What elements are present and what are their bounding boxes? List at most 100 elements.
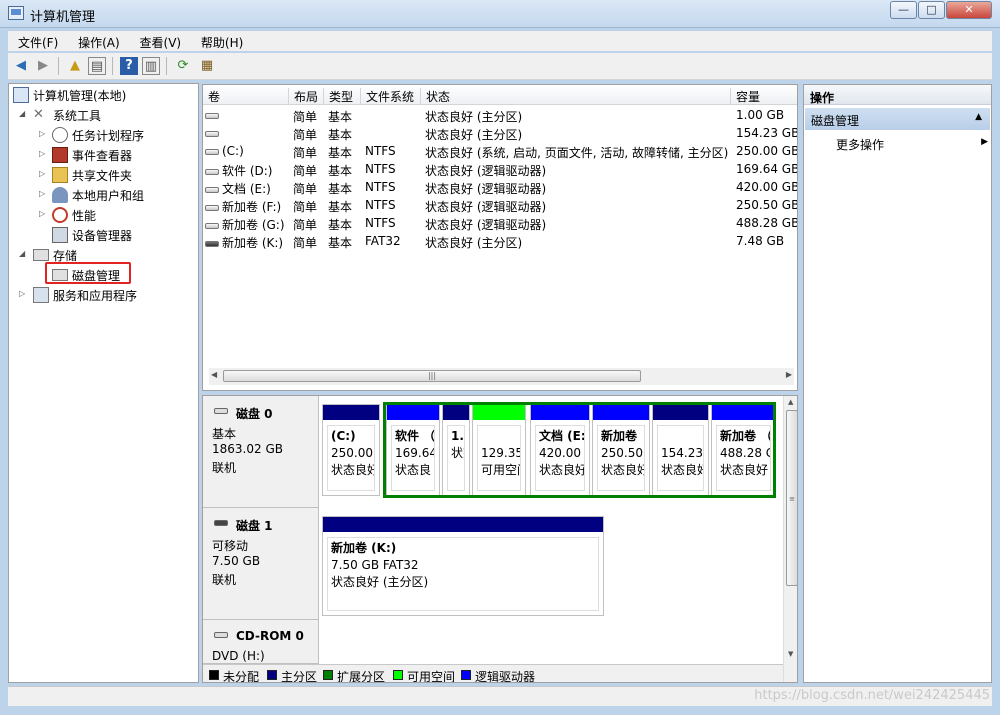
menu-action[interactable]: 操作(A) xyxy=(68,31,120,51)
tree-item-shared-folders[interactable]: ▷ 共享文件夹 xyxy=(9,166,198,184)
partition-text: 420.00 ( xyxy=(539,446,585,460)
legend-swatch xyxy=(461,670,471,680)
partition-block[interactable]: 软件 （ 169.64 状态良 xyxy=(386,404,440,496)
volume-name: (C:) xyxy=(222,144,244,158)
partition-block[interactable]: 新加卷 （ 488.28 G 状态良好 xyxy=(711,404,776,496)
volume-name: 文档 (E:) xyxy=(222,182,271,196)
partition-block[interactable]: 129.35 可用空间 xyxy=(472,404,526,496)
cell-layout: 简单 xyxy=(293,110,318,124)
tree-item-task-scheduler[interactable]: ▷ 任务计划程序 xyxy=(9,126,198,144)
partition-text: 状态良好 xyxy=(601,463,645,477)
cell-fs: NTFS xyxy=(365,216,396,230)
volume-list: 卷 布局 类型 文件系统 状态 容量 简单 基本 状态良好 (主分区) 1.00 GB… xyxy=(202,84,798,391)
scroll-thumb[interactable]: ||| xyxy=(223,370,641,382)
col-layout[interactable]: 布局 xyxy=(288,88,322,105)
expand-icon[interactable]: ▷ xyxy=(19,289,29,298)
disk-info[interactable]: CD-ROM 0 DVD (H:) xyxy=(203,620,319,664)
cell-status: 状态良好 (逻辑驱动器) xyxy=(425,200,547,214)
actions-section-label: 磁盘管理 xyxy=(811,114,860,128)
menu-file[interactable]: 文件(F) xyxy=(8,31,58,51)
more-actions[interactable]: 更多操作 ▶ xyxy=(836,136,988,154)
tree-item-performance[interactable]: ▷ 性能 xyxy=(9,206,198,224)
tree-services[interactable]: ▷ 服务和应用程序 xyxy=(9,286,198,304)
forward-icon[interactable]: ▶ xyxy=(34,57,52,75)
table-row[interactable]: 文档 (E:) 简单 基本 NTFS 状态良好 (逻辑驱动器) 420.00 GB xyxy=(203,178,797,196)
scroll-thumb[interactable]: ≡ xyxy=(786,410,797,586)
disk-info[interactable]: 磁盘 1 可移动 7.50 GB 联机 xyxy=(203,508,319,620)
legend-label: 扩展分区 xyxy=(337,670,386,683)
table-row[interactable]: (C:) 简单 基本 NTFS 状态良好 (系统, 启动, 页面文件, 活动, 故障转储… xyxy=(203,142,797,160)
table-row[interactable]: 新加卷 (K:) 简单 基本 FAT32 状态良好 (主分区) 7.48 GB xyxy=(203,232,797,250)
vertical-scrollbar[interactable]: ▲ ≡ ▼ xyxy=(783,396,797,682)
partition-block[interactable]: 154.23 状态良好 xyxy=(652,404,709,496)
col-volume[interactable]: 卷 xyxy=(203,88,220,105)
table-row[interactable]: 新加卷 (F:) 简单 基本 NTFS 状态良好 (逻辑驱动器) 250.50 GB xyxy=(203,196,797,214)
title-bar: 计算机管理 — □ ✕ xyxy=(0,0,1000,28)
back-icon[interactable]: ◀ xyxy=(12,57,30,75)
properties-icon[interactable]: ▦ xyxy=(198,57,216,75)
partition-details: 文档 (E: 420.00 (状态良好 xyxy=(535,425,585,491)
partition-block[interactable]: 文档 (E: 420.00 (状态良好 xyxy=(530,404,590,496)
col-status[interactable]: 状态 xyxy=(420,88,730,105)
show-tree-icon[interactable]: ▤ xyxy=(88,57,106,75)
table-row[interactable]: 简单 基本 状态良好 (主分区) 154.23 GB xyxy=(203,124,797,142)
disk-name: 磁盘 1 xyxy=(236,519,273,533)
up-folder-icon[interactable]: ▲ xyxy=(66,57,84,75)
partition-block[interactable]: 新加卷 250.50 (状态良好 xyxy=(592,404,650,496)
tree-root[interactable]: 计算机管理(本地) xyxy=(9,86,198,104)
disk-map: 磁盘 0 基本1863.02 GB 联机 (C:) 250.00 (状态良好 软件 （ 16… xyxy=(202,395,798,683)
legend-label: 未分配 xyxy=(223,670,260,683)
legend-label: 可用空间 xyxy=(407,670,456,683)
scroll-up-icon[interactable]: ▲ xyxy=(788,398,793,406)
tree-item-local-users[interactable]: ▷ 本地用户和组 xyxy=(9,186,198,204)
cell-fs: NTFS xyxy=(365,144,396,158)
table-row[interactable]: 软件 (D:) 简单 基本 NTFS 状态良好 (逻辑驱动器) 169.64 GB xyxy=(203,160,797,178)
partition-text: 状态良好 xyxy=(539,463,585,477)
partition-text: 新加卷 （ xyxy=(720,429,771,443)
legend-swatch xyxy=(267,670,277,680)
col-type[interactable]: 类型 xyxy=(323,88,359,105)
help-icon[interactable]: ? xyxy=(120,57,138,75)
table-row[interactable]: 新加卷 (G:) 简单 基本 NTFS 状态良好 (逻辑驱动器) 488.28 GB xyxy=(203,214,797,232)
close-button[interactable]: ✕ xyxy=(946,1,992,19)
partition-details: 154.23 状态良好 xyxy=(657,425,704,491)
partition-block[interactable]: 新加卷 (K:) 7.50 GB FAT32 状态良好 (主分区) xyxy=(322,516,604,616)
tools-icon: ✕ xyxy=(33,107,44,122)
collapse-icon[interactable]: ◢ xyxy=(19,249,29,258)
partition-block[interactable]: (C:) 250.00 (状态良好 xyxy=(322,404,380,496)
partition-text: 软件 （ xyxy=(395,429,435,443)
menu-help[interactable]: 帮助(H) xyxy=(191,31,243,51)
partition-block[interactable]: 1.0 状态 xyxy=(442,404,470,496)
col-filesystem[interactable]: 文件系统 xyxy=(360,88,420,105)
menu-view[interactable]: 查看(V) xyxy=(130,31,182,51)
collapse-up-icon[interactable]: ▲ xyxy=(975,112,982,122)
action-pane-icon[interactable]: ▥ xyxy=(142,57,160,75)
expand-icon[interactable]: ▷ xyxy=(39,129,49,138)
expand-icon[interactable]: ▷ xyxy=(39,189,49,198)
refresh-icon[interactable]: ⟳ xyxy=(174,57,192,75)
toolbar-separator xyxy=(112,57,113,75)
volume-name: 软件 (D:) xyxy=(222,164,273,178)
scroll-right-icon[interactable]: ▶ xyxy=(786,370,792,379)
expand-icon[interactable]: ▷ xyxy=(39,149,49,158)
actions-section-disk-management[interactable]: 磁盘管理 ▲ xyxy=(805,108,990,130)
expand-icon[interactable]: ▷ xyxy=(39,169,49,178)
tree-item-event-viewer[interactable]: ▷ 事件查看器 xyxy=(9,146,198,164)
scroll-down-icon[interactable]: ▼ xyxy=(788,650,793,658)
disk-icon xyxy=(214,520,228,526)
maximize-button[interactable]: □ xyxy=(918,1,945,19)
table-row[interactable]: 简单 基本 状态良好 (主分区) 1.00 GB xyxy=(203,106,797,124)
tree-system-tools[interactable]: ◢ ✕ 系统工具 xyxy=(9,106,198,124)
minimize-button[interactable]: — xyxy=(890,1,917,19)
disk-info[interactable]: 磁盘 0 基本 1863.02 GB 联机 xyxy=(203,396,319,508)
col-capacity[interactable]: 容量 xyxy=(730,88,797,105)
collapse-icon[interactable]: ◢ xyxy=(19,109,29,118)
partition-color-bar xyxy=(593,405,649,420)
tree-item-device-manager[interactable]: 设备管理器 xyxy=(9,226,198,244)
cell-status: 状态良好 (主分区) xyxy=(425,110,523,124)
cell-volume: (C:) xyxy=(205,144,244,158)
drive-icon xyxy=(205,186,219,193)
expand-icon[interactable]: ▷ xyxy=(39,209,49,218)
scroll-left-icon[interactable]: ◀ xyxy=(211,370,217,379)
horizontal-scrollbar[interactable]: ◀ ||| ▶ xyxy=(209,368,794,385)
